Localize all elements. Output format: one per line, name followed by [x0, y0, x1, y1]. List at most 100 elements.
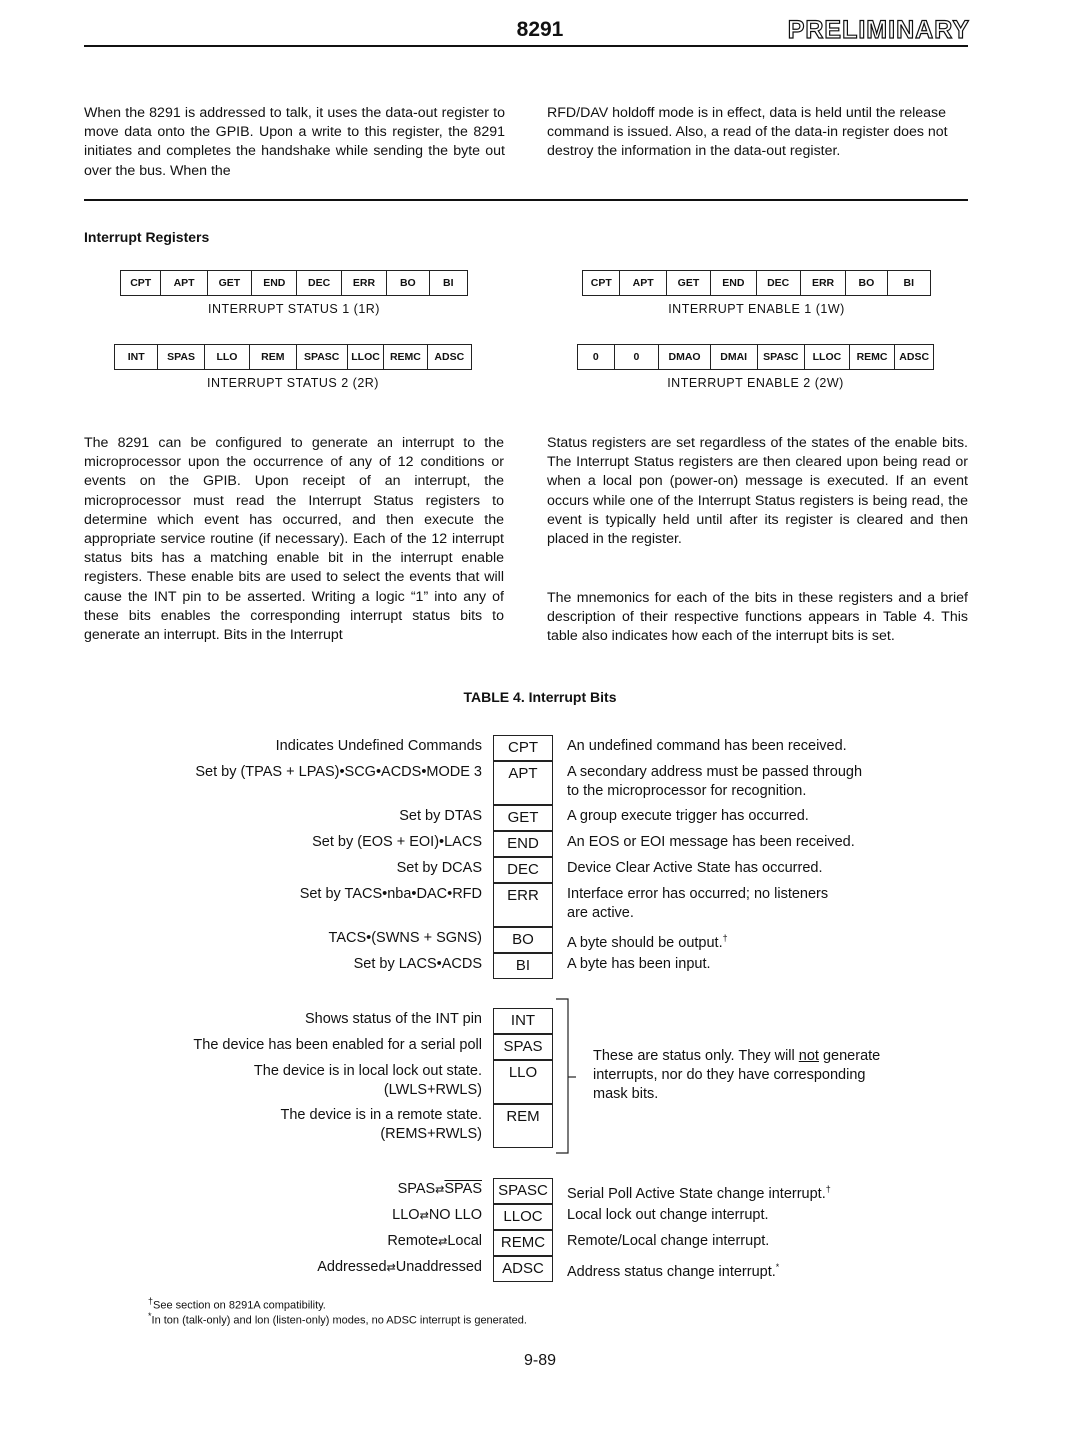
preliminary-stamp: PRELIMINARY — [787, 15, 970, 44]
transition-arrows-icon: ⇄ — [438, 1236, 448, 1248]
bit-description: Device Clear Active State has occurred. — [567, 860, 823, 876]
status-only-bracket — [556, 998, 576, 1154]
footnote-asterisk: *In ton (talk-only) and lon (listen-only… — [148, 1311, 527, 1327]
register-bit: REMC — [848, 345, 895, 369]
register-bit: ERR — [799, 271, 845, 295]
register-bit: APT — [160, 271, 206, 295]
body-left: The 8291 can be configured to generate a… — [84, 435, 504, 644]
bit-description: An undefined command has been received. — [567, 738, 847, 754]
register-bit: 0 — [613, 345, 659, 369]
register-bit: DEC — [296, 271, 340, 295]
register-bit: DEC — [755, 271, 800, 295]
bit-mnemonic: CPT — [493, 735, 553, 761]
bit-description: A byte has been input. — [567, 956, 711, 972]
page-number: 9-89 — [523, 1352, 557, 1369]
transition-arrows-icon: ⇄ — [386, 1262, 396, 1274]
header-rule — [84, 45, 968, 47]
bit-mnemonic: DEC — [493, 857, 553, 883]
register-status-1: CPT APT GET END DEC ERR BO BI INTERRUPT STATUS … — [120, 270, 468, 316]
bit-description: A byte should be output.† — [567, 933, 728, 951]
register-enable-1: CPT APT GET END DEC ERR BO BI INTERRUPT ENABLE … — [582, 270, 931, 316]
register-bit: INT — [127, 351, 145, 363]
register-bit: BI — [428, 271, 467, 295]
register-bit: LLOC — [346, 345, 383, 369]
register-bit: 0 — [592, 351, 599, 363]
bit-source-label: Set by TACS•nba•DAC•RFD — [299, 886, 482, 902]
bit-source-label: Indicates Undefined Commands — [275, 738, 482, 754]
register-bit: DMAO — [658, 345, 710, 369]
status-bit-label: The device is in local lock out state. (L… — [253, 1063, 482, 1098]
change-bit-mnemonic: REMC — [493, 1230, 553, 1256]
intro-left: When the 8291 is addressed to talk, it u… — [84, 105, 505, 179]
state-transition-label: LLO⇄NO LLO — [392, 1207, 482, 1223]
register-bit: BI — [886, 271, 930, 295]
bit-description: An EOS or EOI message has been received. — [567, 834, 855, 850]
transition-arrows-icon: ⇄ — [419, 1210, 429, 1222]
body-right-2: The mnemonics for each of the bits in th… — [547, 590, 968, 645]
bit-mnemonic: ERR — [493, 883, 553, 927]
register-status-2: INT SPAS LLO REM SPASC LLOC REMC ADSC INTERRUPT… — [114, 344, 472, 390]
register-bit: END — [710, 271, 755, 295]
bit-mnemonic: END — [493, 831, 553, 857]
register-bit: GET — [665, 271, 710, 295]
change-bit-mnemonic: ADSC — [493, 1256, 553, 1282]
register-bit: LLOC — [804, 345, 849, 369]
bit-source-label: TACS•(SWNS + SGNS) — [328, 930, 482, 946]
register-bit: ERR — [340, 271, 386, 295]
register-bits: CPT APT GET END DEC ERR BO BI — [120, 270, 468, 296]
transition-arrows-icon: ⇄ — [435, 1184, 445, 1196]
register-bit: ADSC — [894, 345, 933, 369]
status-bit-mnemonic: LLO — [493, 1060, 553, 1104]
bit-mnemonic: BI — [493, 953, 553, 979]
register-bit: BO — [845, 271, 886, 295]
register-bit: CPT — [130, 277, 152, 289]
register-enable-2: 0 0 DMAO DMAI SPASC LLOC REMC ADSC INTERRUPT EN… — [577, 344, 934, 390]
section-title: Interrupt Registers — [84, 229, 210, 245]
change-bit-description: Remote/Local change interrupt. — [567, 1233, 770, 1249]
bit-mnemonic: BO — [493, 927, 553, 953]
register-bit: SPASC — [295, 345, 347, 369]
status-bit-label: Shows status of the INT pin — [304, 1011, 482, 1027]
register-bit: SPAS — [157, 345, 203, 369]
bit-description: Interface error has occurred; no listene… — [567, 886, 829, 921]
status-bit-mnemonic: REM — [493, 1104, 553, 1148]
bit-source-label: Set by (EOS + EOI)•LACS — [312, 834, 482, 850]
status-bit-label: The device has been enabled for a serial… — [193, 1037, 482, 1053]
register-bit: APT — [619, 271, 665, 295]
bit-source-label: Set by (TPAS + LPAS)•SCG•ACDS•MODE 3 — [195, 764, 482, 780]
state-transition-label: Addressed⇄Unaddressed — [317, 1259, 482, 1275]
bit-source-label: Set by LACS•ACDS — [353, 956, 482, 972]
bit-description: A group execute trigger has occurred. — [567, 808, 809, 824]
register-bit: END — [251, 271, 296, 295]
register-caption: INTERRUPT ENABLE 1 (1W) — [668, 302, 845, 316]
section-rule — [84, 199, 968, 201]
register-bits: 0 0 DMAO DMAI SPASC LLOC REMC ADSC — [577, 344, 934, 370]
register-bit: CPT — [590, 277, 612, 289]
change-bit-mnemonic: SPASC — [493, 1178, 553, 1204]
status-bit-label: The device is in a remote state. (REMS+RW… — [280, 1107, 483, 1142]
register-bit: REMC — [383, 345, 426, 369]
bit-source-label: Set by DCAS — [396, 860, 482, 876]
change-bit-description: Address status change interrupt.* — [567, 1262, 780, 1280]
register-bit: GET — [206, 271, 251, 295]
bit-source-label: Set by DTAS — [399, 808, 482, 824]
bit-mnemonic: APT — [493, 761, 553, 805]
status-only-note: These are status only. They will not gen… — [593, 1048, 881, 1102]
state-transition-label: SPAS⇄SPAS — [397, 1181, 482, 1197]
bit-description: A secondary address must be passed throu… — [567, 764, 863, 799]
change-bit-description: Local lock out change interrupt. — [567, 1207, 769, 1223]
register-bit: REM — [249, 345, 295, 369]
register-bits: CPT APT GET END DEC ERR BO BI — [582, 270, 931, 296]
status-bit-mnemonic: SPAS — [493, 1034, 553, 1060]
register-bit: BO — [386, 271, 428, 295]
register-caption: INTERRUPT ENABLE 2 (2W) — [667, 376, 844, 390]
intro-right: RFD/DAV holdoff mode is in effect, data … — [547, 105, 948, 160]
table-title: TABLE 4. Interrupt Bits — [463, 689, 617, 705]
bit-mnemonic: GET — [493, 805, 553, 831]
footnote-dagger: †See section on 8291A compatibility. — [148, 1296, 326, 1312]
register-bits: INT SPAS LLO REM SPASC LLOC REMC ADSC — [114, 344, 472, 370]
register-caption: INTERRUPT STATUS 1 (1R) — [208, 302, 380, 316]
register-bit: LLO — [203, 345, 249, 369]
register-bit: ADSC — [426, 345, 471, 369]
register-bit: SPASC — [756, 345, 805, 369]
